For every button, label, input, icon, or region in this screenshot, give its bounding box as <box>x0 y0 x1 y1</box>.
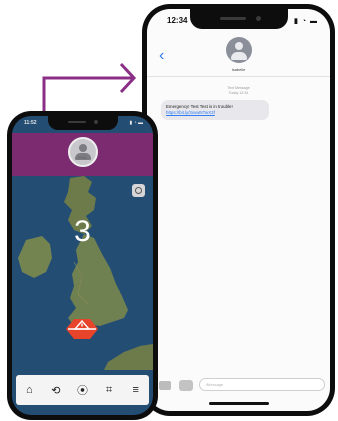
message-meta-label: Text Message Today 12:34 <box>227 86 250 96</box>
phone-notch <box>47 116 118 130</box>
user-avatar[interactable]: PHIL <box>67 137 98 167</box>
messages-screen: 12:34 ▮ ◔ ▬ ‹ Isabelle Text Message Toda… <box>147 9 330 411</box>
avatar-label: PHIL <box>77 155 88 160</box>
home-indicator <box>208 402 269 405</box>
message-text: Emergency! Test Test is in trouble! <box>166 104 233 109</box>
status-icons: ▮ ◔ ▬ <box>294 18 318 25</box>
status-time: 12:34 <box>167 16 188 25</box>
app-store-icon[interactable] <box>179 380 193 391</box>
message-link[interactable]: https://bit.ly/3xvwNTwX3f <box>166 110 215 115</box>
contact-name[interactable]: Isabelle <box>147 67 330 72</box>
app-phone: 11:52 ▮ ◔ ▬ PHIL 3 ⌂ ⟲ ⦿ ⌗ ≡ <box>7 111 158 420</box>
home-icon[interactable]: ⌂ <box>21 382 37 398</box>
back-chevron-icon[interactable]: ‹ <box>159 47 164 65</box>
emergency-alert-button[interactable] <box>65 318 99 340</box>
compose-input[interactable]: iMessage <box>199 378 325 391</box>
menu-icon[interactable]: ≡ <box>128 382 144 398</box>
location-pin-icon[interactable]: ⦿ <box>74 382 90 398</box>
phone-notch <box>189 9 288 29</box>
status-time: 11:52 <box>24 120 37 126</box>
header-divider <box>147 76 330 77</box>
app-screen: 11:52 ▮ ◔ ▬ PHIL 3 ⌂ ⟲ ⦿ ⌗ ≡ <box>12 116 153 415</box>
history-icon[interactable]: ⟲ <box>48 382 64 398</box>
uk-map[interactable] <box>12 176 153 370</box>
app-header: PHIL <box>12 133 153 176</box>
bottom-tab-bar: ⌂ ⟲ ⦿ ⌗ ≡ <box>16 375 149 405</box>
locate-me-button[interactable] <box>132 184 145 197</box>
countdown-number: 3 <box>74 215 91 248</box>
camera-icon[interactable] <box>159 381 171 390</box>
messages-phone: 12:34 ▮ ◔ ▬ ‹ Isabelle Text Message Toda… <box>142 4 335 416</box>
scan-icon[interactable]: ⌗ <box>101 382 117 398</box>
message-bubble[interactable]: Emergency! Test Test is in trouble! http… <box>161 100 269 120</box>
status-icons: ▮ ◔ ▬ <box>129 120 143 126</box>
contact-avatar[interactable] <box>225 37 252 63</box>
